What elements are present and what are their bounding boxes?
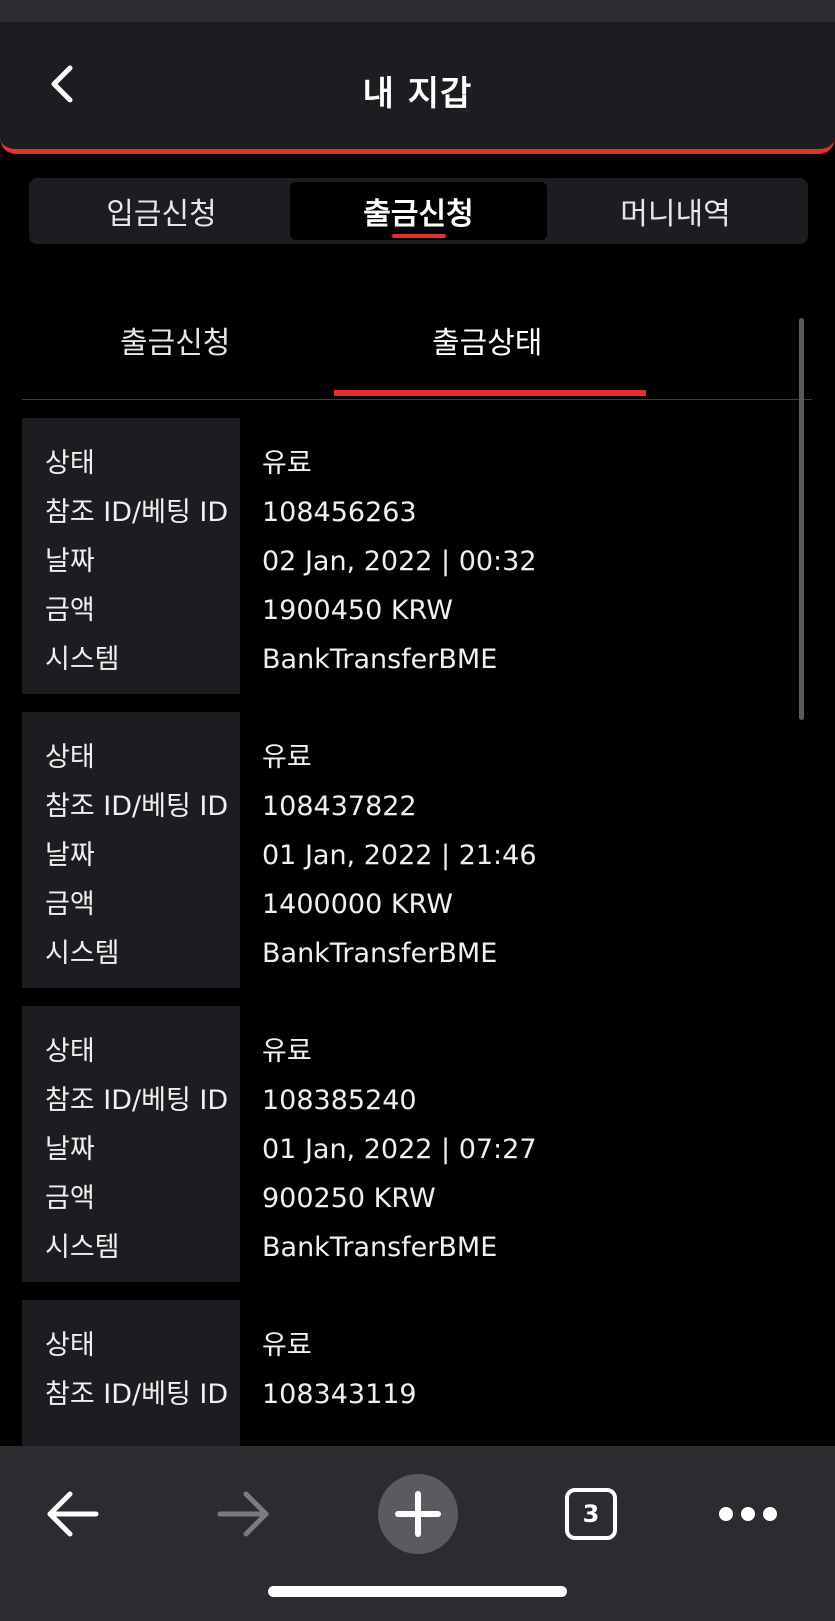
plus-icon bbox=[395, 1491, 441, 1537]
record-row-status: 상태 유료 bbox=[22, 440, 792, 488]
amount-label: 금액 bbox=[45, 889, 95, 920]
record-row-date: 날짜 01 Jan, 2022 | 21:46 bbox=[22, 832, 792, 880]
ref-id-value: 108385240 bbox=[262, 1085, 417, 1116]
record-row-amount: 금액 900250 KRW bbox=[22, 1175, 792, 1223]
system-label: 시스템 bbox=[45, 938, 120, 969]
status-bar bbox=[0, 0, 835, 22]
tab-count: 3 bbox=[582, 1500, 600, 1528]
subtab-withdraw-status[interactable]: 출금상태 bbox=[432, 318, 542, 362]
withdraw-record: 상태 유료 참조 ID/베팅 ID 108456263 날짜 02 Jan, 2… bbox=[22, 418, 792, 694]
date-label: 날짜 bbox=[45, 840, 95, 871]
ref-id-value: 108456263 bbox=[262, 497, 417, 528]
system-value: BankTransferBME bbox=[262, 644, 498, 675]
more-menu-button[interactable] bbox=[708, 1474, 788, 1554]
amount-value: 1400000 KRW bbox=[262, 889, 453, 920]
status-label: 상태 bbox=[45, 1330, 95, 1361]
ref-id-label: 참조 ID/베팅 ID bbox=[45, 497, 229, 528]
forward-arrow-icon bbox=[217, 1491, 269, 1537]
ref-id-label: 참조 ID/베팅 ID bbox=[45, 1085, 229, 1116]
status-value: 유료 bbox=[262, 448, 312, 479]
date-value: 01 Jan, 2022 | 07:27 bbox=[262, 1134, 537, 1165]
tab-label: 입금신청 bbox=[106, 197, 217, 232]
system-value: BankTransferBME bbox=[262, 938, 498, 969]
sub-tab-bar: 출금신청 출금상태 bbox=[22, 300, 812, 400]
record-row-status: 상태 유료 bbox=[22, 1322, 792, 1370]
record-row-system: 시스템 BankTransferBME bbox=[22, 1224, 792, 1272]
active-tab-indicator bbox=[391, 234, 446, 238]
page: 내 지갑 입금신청 출금신청 머니내역 출금신청 출금상태 상태 유료 참조 I… bbox=[0, 0, 835, 1621]
date-value: 02 Jan, 2022 | 00:32 bbox=[262, 546, 537, 577]
record-row-system: 시스템 BankTransferBME bbox=[22, 930, 792, 978]
record-row-date: 날짜 01 Jan, 2022 | 07:27 bbox=[22, 1126, 792, 1174]
amount-value: 1900450 KRW bbox=[262, 595, 453, 626]
record-row-ref-id: 참조 ID/베팅 ID 108385240 bbox=[22, 1077, 792, 1125]
app-header: 내 지갑 bbox=[0, 22, 835, 154]
tab-label: 출금신청 bbox=[363, 197, 474, 232]
subtab-withdraw-request[interactable]: 출금신청 bbox=[120, 318, 230, 362]
status-value: 유료 bbox=[262, 742, 312, 773]
date-label: 날짜 bbox=[45, 1134, 95, 1165]
browser-back-button[interactable] bbox=[32, 1474, 112, 1554]
tab-deposit-request[interactable]: 입금신청 bbox=[33, 182, 290, 240]
page-title: 내 지갑 bbox=[362, 74, 473, 114]
record-row-amount: 금액 1900450 KRW bbox=[22, 587, 792, 635]
record-row-amount: 금액 1400000 KRW bbox=[22, 881, 792, 929]
system-value: BankTransferBME bbox=[262, 1232, 498, 1263]
system-label: 시스템 bbox=[45, 1232, 120, 1263]
amount-label: 금액 bbox=[45, 1183, 95, 1214]
amount-value: 900250 KRW bbox=[262, 1183, 436, 1214]
tab-withdraw-request[interactable]: 출금신청 bbox=[290, 182, 547, 240]
withdraw-record: 상태 유료 참조 ID/베팅 ID 108437822 날짜 01 Jan, 2… bbox=[22, 712, 792, 988]
record-row-ref-id: 참조 ID/베팅 ID 108437822 bbox=[22, 783, 792, 831]
ref-id-value: 108437822 bbox=[262, 791, 417, 822]
tabs-switcher-button[interactable]: 3 bbox=[551, 1474, 631, 1554]
status-label: 상태 bbox=[45, 742, 95, 773]
ref-id-label: 참조 ID/베팅 ID bbox=[45, 1379, 229, 1410]
tab-money-history[interactable]: 머니내역 bbox=[547, 182, 804, 240]
status-value: 유료 bbox=[262, 1330, 312, 1361]
record-row-system: 시스템 BankTransferBME bbox=[22, 636, 792, 684]
withdraw-record: 상태 유료 참조 ID/베팅 ID 108385240 날짜 01 Jan, 2… bbox=[22, 1006, 792, 1282]
scrollbar[interactable] bbox=[799, 318, 804, 720]
main-tab-bar: 입금신청 출금신청 머니내역 bbox=[29, 178, 808, 244]
record-row-ref-id: 참조 ID/베팅 ID 108456263 bbox=[22, 489, 792, 537]
new-tab-button[interactable] bbox=[378, 1474, 458, 1554]
tabs-icon: 3 bbox=[565, 1488, 617, 1540]
browser-forward-button[interactable] bbox=[204, 1474, 284, 1554]
back-arrow-icon bbox=[47, 1491, 99, 1537]
date-label: 날짜 bbox=[45, 546, 95, 577]
status-label: 상태 bbox=[45, 1036, 95, 1067]
record-row-status: 상태 유료 bbox=[22, 1028, 792, 1076]
status-value: 유료 bbox=[262, 1036, 312, 1067]
more-dots-icon bbox=[719, 1507, 777, 1521]
record-row-date: 날짜 02 Jan, 2022 | 00:32 bbox=[22, 538, 792, 586]
active-subtab-indicator bbox=[334, 390, 646, 396]
ref-id-label: 참조 ID/베팅 ID bbox=[45, 791, 229, 822]
date-value: 01 Jan, 2022 | 21:46 bbox=[262, 840, 537, 871]
system-label: 시스템 bbox=[45, 644, 120, 675]
amount-label: 금액 bbox=[45, 595, 95, 626]
status-label: 상태 bbox=[45, 448, 95, 479]
record-row-status: 상태 유료 bbox=[22, 734, 792, 782]
record-row-ref-id: 참조 ID/베팅 ID 108343119 bbox=[22, 1371, 792, 1419]
home-indicator[interactable] bbox=[268, 1586, 567, 1597]
ref-id-value: 108343119 bbox=[262, 1379, 417, 1410]
tab-label: 머니내역 bbox=[620, 197, 731, 232]
withdraw-status-list: 상태 유료 참조 ID/베팅 ID 108456263 날짜 02 Jan, 2… bbox=[22, 418, 792, 1594]
